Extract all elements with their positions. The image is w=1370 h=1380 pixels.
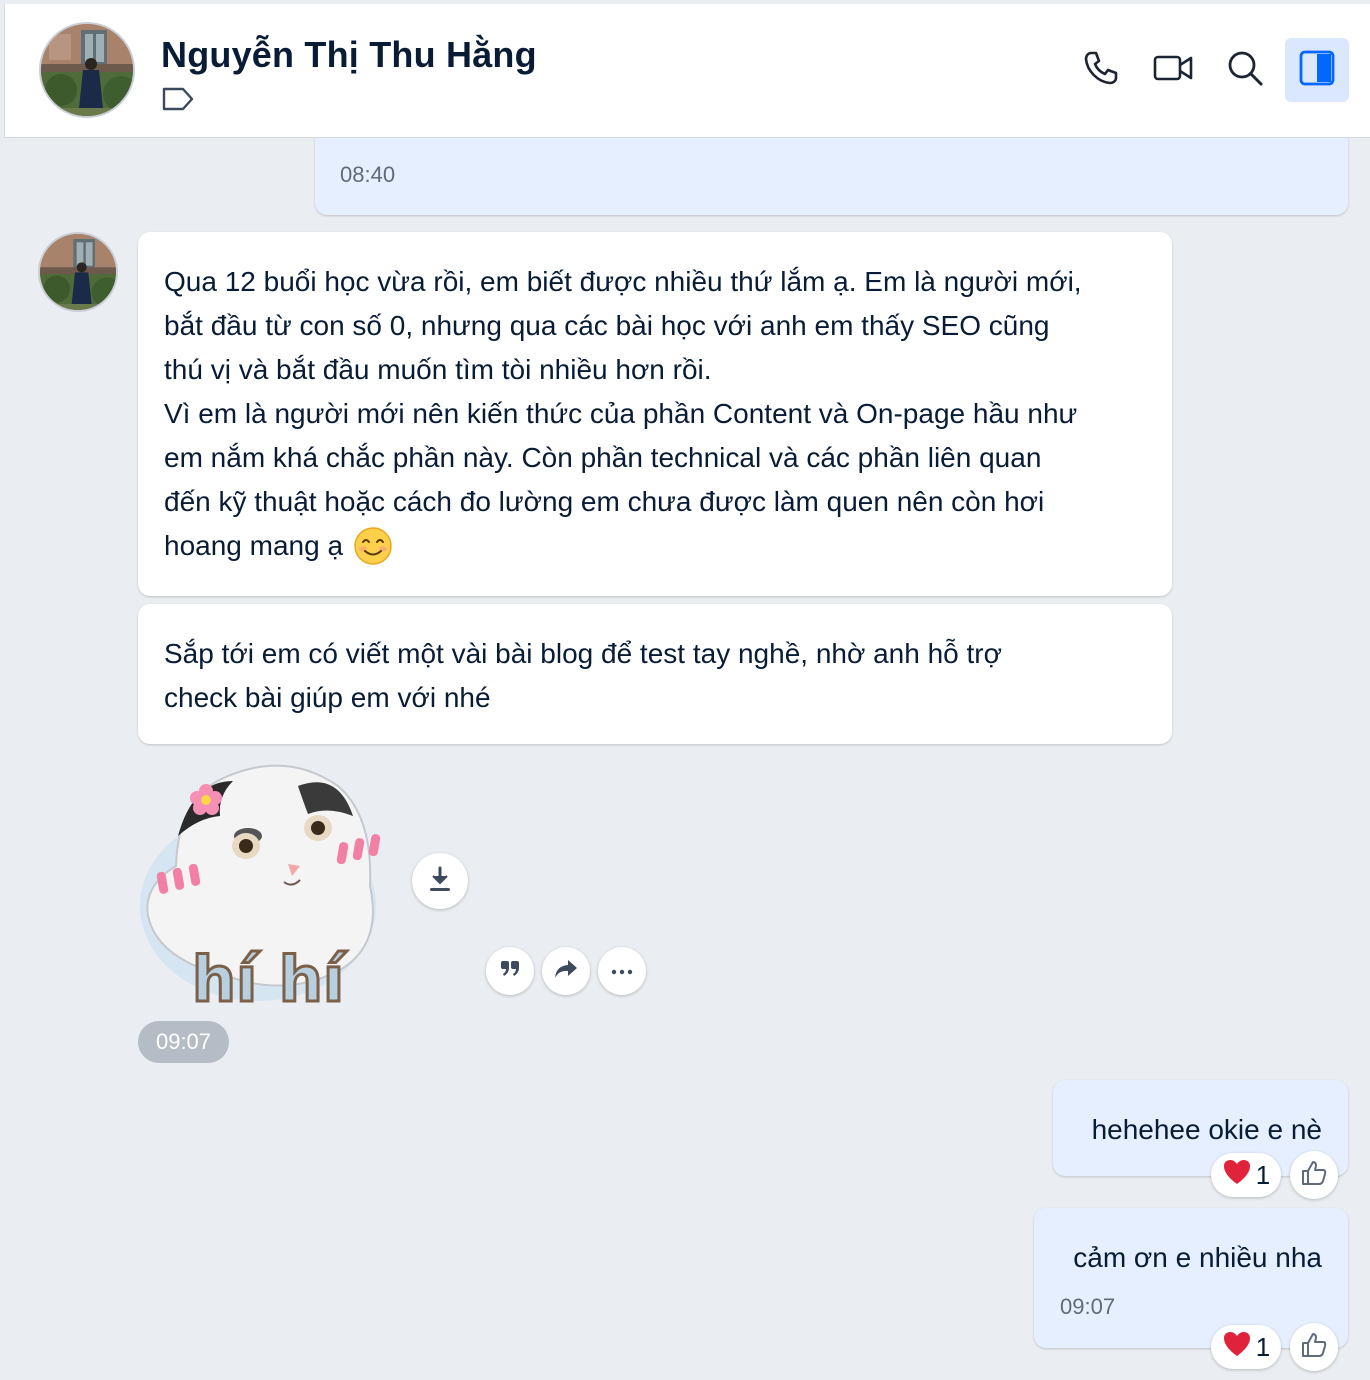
sticker-time: 09:07	[138, 1021, 229, 1063]
message-line: thú vị và bắt đầu muốn tìm tòi nhiều hơn…	[164, 354, 712, 385]
search-icon	[1225, 48, 1265, 93]
download-icon	[427, 865, 453, 898]
message-line: đến kỹ thuật hoặc cách đo lường em chưa …	[164, 486, 1045, 517]
message-line: Qua 12 buổi học vừa rồi, em biết được nh…	[164, 266, 1082, 297]
conversation-info-toggle[interactable]	[1285, 38, 1349, 102]
chat-window: Nguyễn Thị Thu Hằng 08:40 Qua 12 buổi họ…	[0, 0, 1370, 1380]
incoming-message-bubble[interactable]: Sắp tới em có viết một vài bài blog để t…	[138, 604, 1172, 744]
reaction-badge[interactable]: 1	[1211, 1153, 1281, 1197]
contact-name: Nguyễn Thị Thu Hằng	[161, 34, 537, 75]
message-time: 09:07	[1060, 1294, 1116, 1319]
download-sticker-button[interactable]	[412, 853, 468, 909]
phone-icon	[1081, 48, 1121, 93]
share-forward-icon	[553, 958, 579, 985]
video-call-icon	[1152, 50, 1194, 91]
message-text: Qua 12 buổi học vừa rồi, em biết được nh…	[164, 260, 1154, 568]
message-text: hehehee okie e nè	[1091, 1114, 1322, 1145]
cat-sticker[interactable]: hí hí	[138, 756, 400, 1018]
thumbs-up-icon	[1300, 1331, 1328, 1364]
sticker-caption: hí hí	[192, 943, 347, 1011]
quote-icon	[498, 959, 522, 984]
sender-avatar[interactable]	[38, 232, 118, 312]
message-line: em nắm khá chắc phần này. Còn phần techn…	[164, 442, 1042, 473]
contact-avatar[interactable]	[39, 22, 135, 118]
message-text: cảm ơn e nhiều nha	[1073, 1242, 1322, 1273]
heart-icon	[1222, 1330, 1252, 1365]
message-time: 08:40	[340, 162, 396, 187]
phone-call-button[interactable]	[1069, 38, 1133, 102]
more-dots-icon	[611, 962, 633, 980]
heart-icon	[1222, 1158, 1252, 1193]
reaction-badge[interactable]: 1	[1211, 1325, 1281, 1369]
incoming-message-bubble[interactable]: Qua 12 buổi học vừa rồi, em biết được nh…	[138, 232, 1172, 596]
more-options-button[interactable]	[598, 947, 646, 995]
reaction-count: 1	[1255, 1159, 1271, 1190]
chat-header: Nguyễn Thị Thu Hằng	[4, 4, 1370, 138]
message-line: hoang mang ạ	[164, 530, 344, 561]
message-line: bắt đầu từ con số 0, nhưng qua các bài h…	[164, 310, 1050, 341]
reaction-count: 1	[1255, 1331, 1271, 1362]
forward-button[interactable]	[542, 947, 590, 995]
quote-reply-button[interactable]	[486, 947, 534, 995]
video-call-button[interactable]	[1141, 38, 1205, 102]
search-button[interactable]	[1213, 38, 1277, 102]
thumbs-up-icon	[1300, 1159, 1328, 1192]
message-line: Vì em là người mới nên kiến thức của phầ…	[164, 398, 1078, 429]
sidebar-toggle-icon	[1298, 49, 1336, 92]
message-line: check bài giúp em với nhé	[164, 682, 491, 713]
tag-icon[interactable]	[161, 86, 195, 112]
react-like-button[interactable]	[1290, 1151, 1338, 1199]
react-like-button[interactable]	[1290, 1323, 1338, 1371]
message-line: Sắp tới em có viết một vài bài blog để t…	[164, 638, 1002, 669]
smile-emoji-icon	[353, 526, 393, 566]
message-text: Sắp tới em có viết một vài bài blog để t…	[164, 632, 1154, 720]
